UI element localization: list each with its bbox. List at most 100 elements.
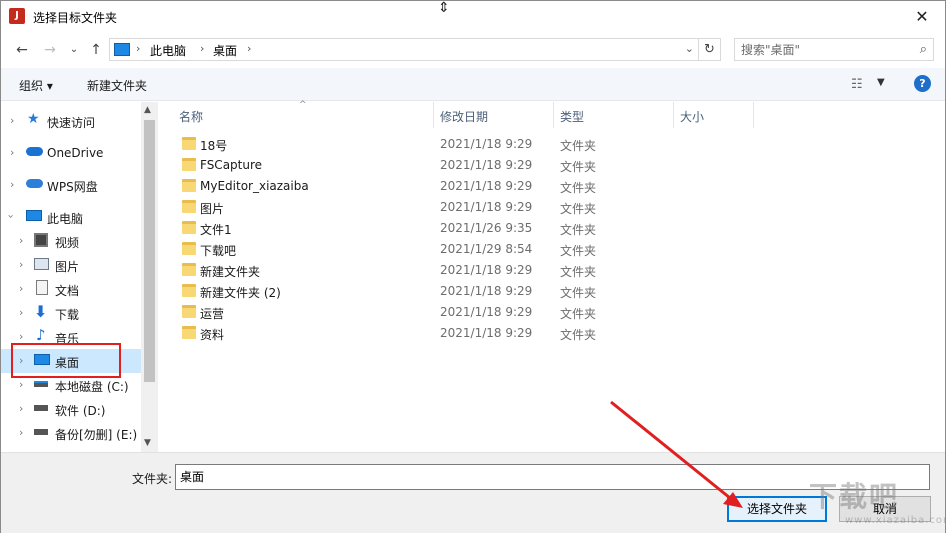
file-date: 2021/1/18 9:29 bbox=[440, 137, 533, 151]
view-options-icon[interactable]: ☷ bbox=[851, 77, 863, 92]
chevron-down-icon[interactable]: ⌄ bbox=[685, 42, 694, 55]
column-header-type[interactable]: 类型 bbox=[560, 108, 584, 125]
chevron-right-icon[interactable]: › bbox=[200, 42, 204, 55]
organize-menu[interactable]: 组织 ▾ bbox=[19, 77, 53, 94]
nav-item-drive-d[interactable]: › 软件 (D:) bbox=[1, 397, 141, 421]
chevron-right-icon[interactable]: › bbox=[10, 146, 14, 159]
nav-label: 文档 bbox=[55, 284, 80, 298]
column-header-size[interactable]: 大小 bbox=[680, 108, 704, 125]
chevron-right-icon[interactable]: › bbox=[247, 42, 251, 55]
address-bar[interactable]: › 此电脑 › 桌面 › ⌄ bbox=[109, 38, 699, 61]
folder-icon bbox=[182, 200, 196, 213]
list-item[interactable]: MyEditor_xiazaiba 2021/1/18 9:29 文件夹 bbox=[179, 176, 739, 197]
new-folder-button[interactable]: 新建文件夹 bbox=[87, 77, 147, 94]
list-item[interactable]: 18号 2021/1/18 9:29 文件夹 bbox=[179, 134, 739, 155]
file-type: 文件夹 bbox=[560, 160, 597, 174]
column-divider[interactable] bbox=[753, 102, 754, 128]
file-type: 文件夹 bbox=[560, 181, 597, 195]
list-item[interactable]: 资料 2021/1/18 9:29 文件夹 bbox=[179, 323, 739, 344]
column-divider[interactable] bbox=[553, 102, 554, 128]
chevron-right-icon[interactable]: › bbox=[19, 402, 23, 415]
chevron-down-icon[interactable]: ▼ bbox=[877, 77, 885, 88]
nav-item-this-pc[interactable]: › 此电脑 bbox=[1, 205, 141, 229]
nav-item-wps[interactable]: › WPS网盘 bbox=[1, 173, 141, 197]
column-divider[interactable] bbox=[433, 102, 434, 128]
folder-icon bbox=[182, 179, 196, 192]
nav-scrollbar[interactable]: ▲ ▼ bbox=[141, 102, 158, 452]
nav-item-videos[interactable]: › 视频 bbox=[1, 229, 141, 253]
nav-label: 此电脑 bbox=[47, 212, 84, 226]
chevron-right-icon[interactable]: › bbox=[19, 258, 23, 271]
chevron-right-icon[interactable]: › bbox=[19, 306, 23, 319]
file-dialog: J 选择目标文件夹 ⇕ ✕ ← → ⌄ ↑ › 此电脑 › 桌面 › ⌄ ↻ ⌕… bbox=[0, 0, 946, 533]
chevron-right-icon[interactable]: › bbox=[19, 378, 23, 391]
list-item[interactable]: FSCapture 2021/1/18 9:29 文件夹 bbox=[179, 155, 739, 176]
drive-icon bbox=[34, 405, 48, 411]
cloud-icon bbox=[26, 179, 43, 188]
file-date: 2021/1/18 9:29 bbox=[440, 158, 533, 172]
file-type: 文件夹 bbox=[560, 328, 597, 342]
nav-label: 软件 (D:) bbox=[55, 404, 106, 418]
nav-item-pictures[interactable]: › 图片 bbox=[1, 253, 141, 277]
chevron-down-icon[interactable]: › bbox=[5, 214, 18, 218]
file-list: ^ 名称 修改日期 类型 大小 18号 2021/1/18 9:29 文件夹 FSC… bbox=[159, 100, 945, 452]
recent-locations-icon[interactable]: ⌄ bbox=[63, 39, 85, 61]
chevron-right-icon[interactable]: › bbox=[10, 178, 14, 191]
nav-item-documents[interactable]: › 文档 bbox=[1, 277, 141, 301]
file-date: 2021/1/18 9:29 bbox=[440, 200, 533, 214]
drive-icon bbox=[34, 381, 48, 387]
file-type: 文件夹 bbox=[560, 223, 597, 237]
nav-item-drive-e[interactable]: › 备份[勿删] (E:) bbox=[1, 421, 141, 445]
folder-icon bbox=[182, 242, 196, 255]
star-icon: ★ bbox=[27, 111, 40, 127]
chevron-right-icon[interactable]: › bbox=[19, 234, 23, 247]
file-name: 新建文件夹 bbox=[200, 265, 261, 279]
search-input[interactable] bbox=[735, 39, 911, 60]
file-name: 文件1 bbox=[200, 223, 232, 237]
nav-item-onedrive[interactable]: › OneDrive bbox=[1, 141, 141, 165]
folder-icon bbox=[182, 326, 196, 339]
list-item[interactable]: 图片 2021/1/18 9:29 文件夹 bbox=[179, 197, 739, 218]
list-item[interactable]: 运营 2021/1/18 9:29 文件夹 bbox=[179, 302, 739, 323]
chevron-right-icon[interactable]: › bbox=[19, 282, 23, 295]
chevron-right-icon[interactable]: › bbox=[19, 330, 23, 343]
chevron-right-icon[interactable]: › bbox=[10, 114, 14, 127]
chevron-right-icon[interactable]: › bbox=[19, 426, 23, 439]
column-header-name[interactable]: 名称 bbox=[179, 108, 203, 125]
list-item[interactable]: 新建文件夹 2021/1/18 9:29 文件夹 bbox=[179, 260, 739, 281]
column-header-date[interactable]: 修改日期 bbox=[440, 108, 488, 125]
title-bar: J 选择目标文件夹 ⇕ ✕ bbox=[1, 1, 945, 33]
folder-icon bbox=[182, 158, 196, 171]
scrollbar-thumb[interactable] bbox=[144, 120, 155, 382]
column-divider[interactable] bbox=[673, 102, 674, 128]
back-button[interactable]: ← bbox=[11, 39, 33, 61]
bottom-panel: 文件夹: 桌面 选择文件夹 取消 bbox=[1, 452, 945, 533]
file-date: 2021/1/26 9:35 bbox=[440, 221, 533, 235]
nav-label: 备份[勿删] (E:) bbox=[55, 428, 138, 442]
forward-button[interactable]: → bbox=[39, 39, 61, 61]
list-item[interactable]: 文件1 2021/1/26 9:35 文件夹 bbox=[179, 218, 739, 239]
list-item[interactable]: 新建文件夹 (2) 2021/1/18 9:29 文件夹 bbox=[179, 281, 739, 302]
close-button[interactable]: ✕ bbox=[899, 1, 945, 32]
help-button[interactable]: ? bbox=[914, 75, 931, 92]
toolbar: 组织 ▾ 新建文件夹 ☷ ▼ ? bbox=[1, 68, 945, 101]
nav-item-downloads[interactable]: › ⬇ 下载 bbox=[1, 301, 141, 325]
navigation-pane: › ★ 快速访问 › OneDrive › WPS网盘 › 此电脑 › 视频 ›… bbox=[1, 102, 158, 452]
search-box[interactable]: ⌕ bbox=[734, 38, 934, 61]
file-name: 下载吧 bbox=[200, 244, 237, 258]
up-button[interactable]: ↑ bbox=[85, 39, 107, 61]
scroll-up-icon[interactable]: ▲ bbox=[144, 105, 151, 115]
cloud-icon bbox=[26, 147, 43, 156]
nav-item-quick-access[interactable]: › ★ 快速访问 bbox=[1, 109, 141, 133]
file-date: 2021/1/18 9:29 bbox=[440, 305, 533, 319]
folder-icon bbox=[182, 305, 196, 318]
chevron-right-icon[interactable]: › bbox=[136, 42, 140, 55]
breadcrumb-desktop[interactable]: 桌面 bbox=[213, 42, 237, 59]
breadcrumb-this-pc[interactable]: 此电脑 bbox=[150, 42, 186, 59]
list-item[interactable]: 下载吧 2021/1/29 8:54 文件夹 bbox=[179, 239, 739, 260]
search-icon[interactable]: ⌕ bbox=[920, 42, 927, 57]
scroll-down-icon[interactable]: ▼ bbox=[144, 438, 151, 448]
folder-icon bbox=[182, 263, 196, 276]
computer-icon bbox=[26, 210, 42, 221]
refresh-button[interactable]: ↻ bbox=[699, 38, 721, 61]
